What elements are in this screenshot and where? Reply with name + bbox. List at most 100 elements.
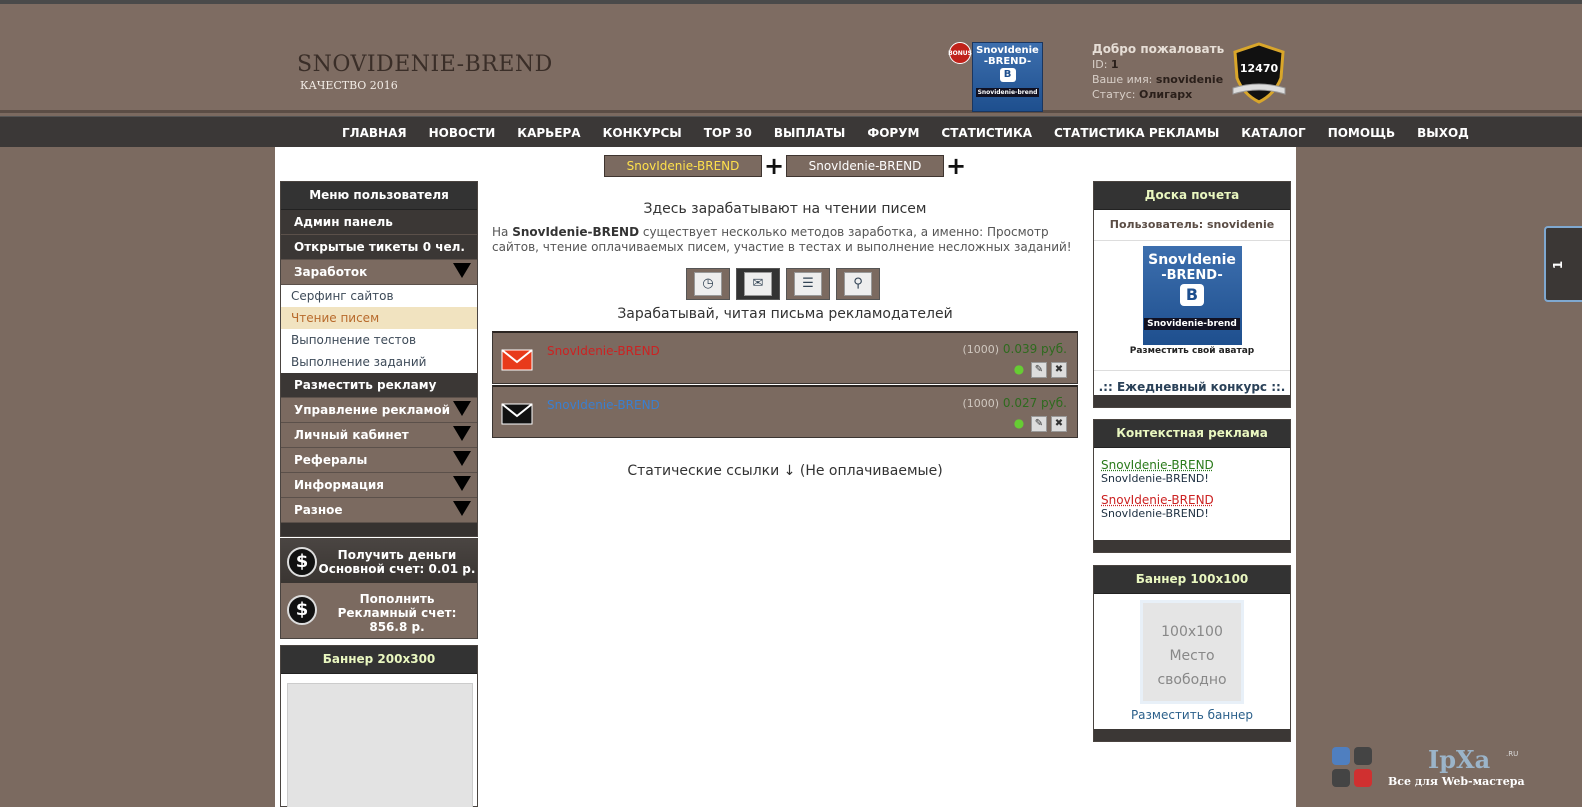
side-feedback-tab[interactable]: 1 — [1544, 226, 1582, 302]
surfing-method-button[interactable]: ◷ — [686, 268, 730, 300]
topup-button[interactable]: $ Пополнить Рекламный счет: 856.8 р. — [281, 585, 477, 638]
menu-referrals[interactable]: Рефералы — [281, 448, 477, 473]
nav-logout[interactable]: ВЫХОД — [1413, 126, 1473, 140]
menu-tasks[interactable]: Выполнение заданий — [281, 351, 477, 373]
welcome-block: Добро пожаловать ID: 1 Ваше имя: snovide… — [1092, 42, 1224, 102]
delete-icon[interactable]: ✖ — [1051, 416, 1067, 432]
watermark-square-icon — [1354, 769, 1372, 787]
top-tab-2[interactable]: SnovIdenie-BREND — [786, 155, 944, 177]
withdraw-label: Получить деньги — [317, 548, 477, 562]
site-subtitle: КАЧЕСТВО 2016 — [300, 79, 398, 92]
menu-tests[interactable]: Выполнение тестов — [281, 329, 477, 351]
menu-earnings[interactable]: Заработок — [281, 260, 477, 285]
banner-100-placeholder[interactable]: 100x100 Место свободно — [1140, 600, 1244, 704]
tasks-method-button[interactable]: ⚲ — [836, 268, 880, 300]
nav-forum[interactable]: ФОРУМ — [863, 126, 923, 140]
plus-icon[interactable]: + — [762, 155, 786, 177]
context-ad-link[interactable]: SnovIdenie-BREND — [1101, 458, 1290, 472]
edit-icon[interactable]: ✎ — [1031, 362, 1047, 378]
daily-contest-link[interactable]: .:: Ежедневный конкурс ::. — [1094, 370, 1290, 394]
box-footer — [1094, 540, 1290, 552]
place-avatar-link[interactable]: Разместить свой аватар — [1094, 346, 1290, 356]
context-ad-desc: SnovIdenie-BREND! — [1101, 472, 1290, 485]
banner-200x300: Баннер 200х300 — [280, 645, 478, 807]
context-ad-link[interactable]: SnovIdenie-BREND — [1101, 493, 1290, 507]
name-value: snovidenie — [1156, 73, 1223, 86]
context-ads-title: Контекстная реклама — [1094, 420, 1290, 448]
ad-balance: Рекламный счет: 856.8 р. — [317, 606, 477, 634]
nav-contests[interactable]: КОНКУРСЫ — [599, 126, 686, 140]
menu-admin-panel[interactable]: Админ панель — [281, 210, 477, 235]
context-ads: Контекстная реклама SnovIdenie-BREND Sno… — [1093, 419, 1291, 553]
withdraw-button[interactable]: $ Получить деньги Основной счет: 0.01 р. — [281, 539, 477, 585]
site-header: SNOVIDENIE-BREND КАЧЕСТВО 2016 BONUS Sno… — [0, 4, 1582, 113]
top-tab-1[interactable]: SnovIdenie-BREND — [604, 155, 762, 177]
banner-100-size: 100x100 — [1143, 620, 1241, 644]
site-title[interactable]: SNOVIDENIE-BREND — [297, 52, 553, 77]
plus-icon[interactable]: + — [944, 155, 968, 177]
mail-actions: ● ✎ ✖ — [1007, 362, 1067, 378]
edit-icon[interactable]: ✎ — [1031, 416, 1047, 432]
android-icon: ● — [1011, 362, 1027, 378]
menu-surfing[interactable]: Серфинг сайтов — [281, 285, 477, 307]
mail-method-button[interactable]: ✉ — [736, 268, 780, 300]
envelope-icon — [501, 403, 533, 425]
box-footer — [1094, 729, 1290, 741]
nav-top30[interactable]: TOP 30 — [700, 126, 756, 140]
tickets-count: 0 чел. — [423, 235, 465, 259]
mail-link[interactable]: SnovIdenie-BREND — [547, 398, 660, 412]
main-nav: ГЛАВНАЯ НОВОСТИ КАРЬЕРА КОНКУРСЫ TOP 30 … — [0, 116, 1582, 147]
mail-price: 0.039 руб. — [1003, 342, 1067, 356]
menu-admin-label: Админ панель — [294, 215, 393, 229]
mail-link[interactable]: SnovIdenie-BREND — [547, 344, 660, 358]
menu-reading-mails[interactable]: Чтение писем — [281, 307, 477, 329]
menu-cabinet[interactable]: Личный кабинет — [281, 423, 477, 448]
user-name-row: Ваше имя: snovidenie — [1092, 72, 1224, 87]
vk-logo-caption: Snovidenie-brend — [976, 88, 1040, 97]
vk-group-logo[interactable]: SnovIdenie -BREND- B Snovidenie-brend — [972, 42, 1043, 112]
nav-ad-statistics[interactable]: СТАТИСТИКА РЕКЛАМЫ — [1050, 126, 1223, 140]
nav-career[interactable]: КАРЬЕРА — [513, 126, 584, 140]
main-balance: Основной счет: 0.01 р. — [317, 562, 477, 576]
banner-200-placeholder[interactable] — [287, 683, 473, 807]
menu-place-ad[interactable]: Разместить рекламу — [281, 373, 477, 398]
envelope-icon — [501, 349, 533, 371]
mail-row[interactable]: SnovIdenie-BREND (1000) 0.039 руб. ● ✎ ✖ — [492, 331, 1078, 384]
box-footer — [1094, 395, 1290, 407]
tests-method-button[interactable]: ☰ — [786, 268, 830, 300]
menu-ad-management[interactable]: Управление рекламой — [281, 398, 477, 423]
watermark-brand: IpXa — [1428, 745, 1490, 774]
nav-help[interactable]: ПОМОЩЬ — [1324, 126, 1399, 140]
watermark-tagline: Все для Web-мастера — [1388, 775, 1525, 788]
menu-open-tickets[interactable]: Открытые тикеты 0 чел. — [281, 235, 477, 260]
place-banner-link[interactable]: Разместить баннер — [1094, 708, 1290, 722]
id-label: ID: — [1092, 58, 1107, 71]
nav-news[interactable]: НОВОСТИ — [425, 126, 500, 140]
mail-section-title: Зарабатывай, читая письма рекламодателей — [492, 306, 1078, 322]
menu-earnings-label: Заработок — [294, 265, 367, 279]
menu-misc[interactable]: Разное — [281, 498, 477, 523]
chevron-down-icon — [453, 501, 471, 516]
mail-price-info: (1000) 0.039 руб. — [962, 342, 1067, 356]
rating-shield-icon[interactable]: 12470 — [1231, 42, 1287, 104]
banner-100x100: Баннер 100х100 100x100 Место свободно Ра… — [1093, 565, 1291, 742]
money-panel: $ Получить деньги Основной счет: 0.01 р.… — [280, 538, 478, 639]
nav-home[interactable]: ГЛАВНАЯ — [338, 126, 411, 140]
menu-information[interactable]: Информация — [281, 473, 477, 498]
user-menu: Меню пользователя Админ панель Открытые … — [280, 181, 478, 537]
vk-logo-line2: -BREND- — [984, 56, 1031, 67]
nav-payouts[interactable]: ВЫПЛАТЫ — [770, 126, 850, 140]
content-title: Здесь зарабатывают на чтении писем — [492, 201, 1078, 217]
search-window-icon: ⚲ — [844, 272, 872, 296]
static-links-title: Статические ссылки ↓ (Не оплачиваемые) — [492, 463, 1078, 479]
avatar-caption: Snovidenie-brend — [1144, 318, 1240, 330]
honor-avatar[interactable]: SnovIdenie -BREND- B Snovidenie-brend — [1143, 246, 1242, 345]
nav-catalog[interactable]: КАТАЛОГ — [1237, 126, 1309, 140]
dollar-icon: $ — [287, 547, 317, 577]
bonus-badge[interactable]: BONUS — [949, 42, 971, 64]
android-icon: ● — [1011, 416, 1027, 432]
watermark-square-icon — [1354, 747, 1372, 765]
nav-statistics[interactable]: СТАТИСТИКА — [937, 126, 1036, 140]
delete-icon[interactable]: ✖ — [1051, 362, 1067, 378]
mail-row[interactable]: SnovIdenie-BREND (1000) 0.027 руб. ● ✎ ✖ — [492, 385, 1078, 438]
